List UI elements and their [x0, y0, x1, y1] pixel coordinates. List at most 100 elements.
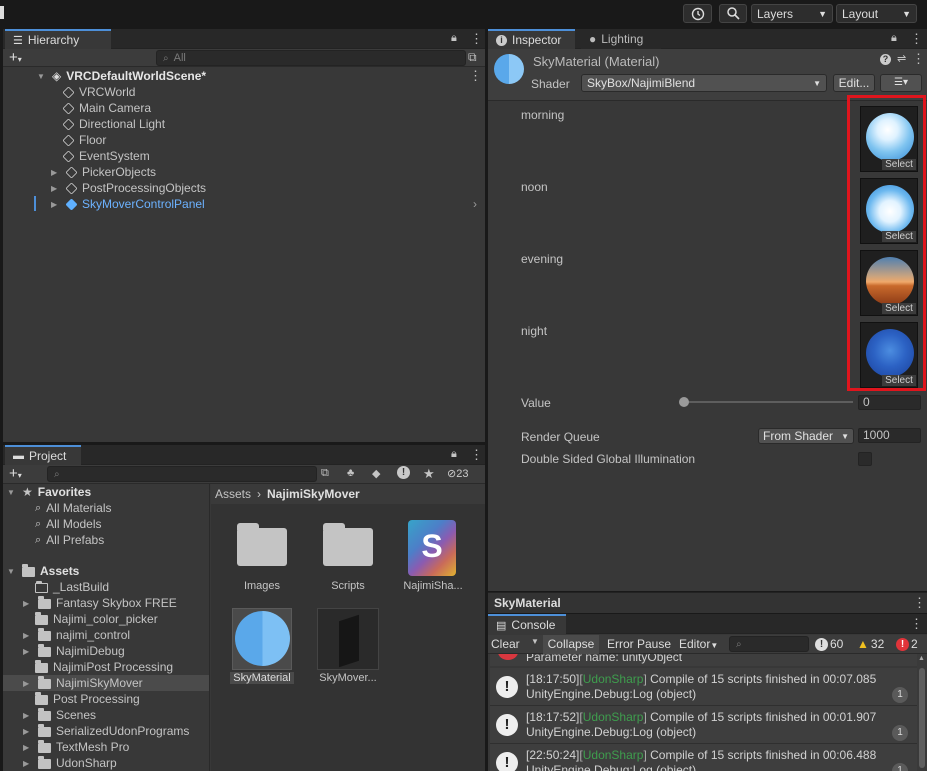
more-menu-icon[interactable]: ⋮: [913, 595, 926, 611]
more-menu-icon[interactable]: ⋮: [912, 51, 925, 67]
render-queue-dropdown[interactable]: From Shader ▼: [758, 428, 854, 444]
hidden-packages-button[interactable]: ⊘23: [447, 467, 468, 480]
value-slider-handle[interactable]: [679, 397, 689, 407]
expand-arrow-icon[interactable]: ▶: [51, 184, 61, 193]
info-filter-toggle[interactable]: ! 60: [815, 637, 843, 651]
tab-hierarchy[interactable]: ☰ Hierarchy: [5, 29, 111, 49]
favorites-header[interactable]: ▼ ★ Favorites: [7, 484, 91, 500]
assets-header[interactable]: ▼ Assets: [7, 563, 79, 579]
hierarchy-search-input[interactable]: ⌕ All: [156, 50, 466, 66]
search-window-icon[interactable]: ⧉: [321, 467, 329, 480]
expand-arrow-icon[interactable]: ▶: [23, 679, 33, 688]
render-queue-field[interactable]: 1000: [858, 428, 921, 443]
value-field[interactable]: 0: [858, 395, 921, 410]
folder-item[interactable]: NajimiPost Processing: [35, 659, 173, 675]
favorite-item[interactable]: ⌕ All Prefabs: [35, 532, 104, 548]
expand-arrow-icon[interactable]: ▶: [23, 631, 33, 640]
console-search-input[interactable]: ⌕: [729, 636, 809, 652]
tab-lighting[interactable]: ● Lighting: [581, 29, 661, 49]
clear-options-dropdown[interactable]: ▼: [531, 637, 539, 646]
breadcrumb-current[interactable]: NajimiSkyMover: [267, 487, 360, 501]
history-button[interactable]: [683, 4, 712, 23]
breadcrumb-root[interactable]: Assets: [215, 487, 251, 501]
expand-arrow-icon[interactable]: ▼: [7, 488, 17, 497]
folder-item[interactable]: _LastBuild: [35, 579, 109, 595]
asset-grid-item[interactable]: SkyMover...: [317, 608, 379, 688]
shader-menu-button[interactable]: ☰▾: [880, 74, 922, 92]
layers-dropdown[interactable]: Layers ▼: [751, 4, 833, 23]
favorite-item[interactable]: ⌕ All Materials: [35, 500, 112, 516]
console-log-list[interactable]: Parameter name: unityObject ! [18:17:50]…: [488, 654, 927, 771]
scene-row[interactable]: ▼ ◈ VRCDefaultWorldScene* ⋮: [37, 68, 483, 84]
hierarchy-item[interactable]: Main Camera: [62, 100, 151, 116]
search-button[interactable]: [719, 4, 747, 23]
value-slider-track[interactable]: [684, 401, 853, 403]
folder-item-selected[interactable]: ▶ NajimiSkyMover: [23, 675, 143, 691]
more-menu-icon[interactable]: ⋮: [910, 31, 923, 47]
expand-arrow-icon[interactable]: ▶: [51, 200, 61, 209]
shader-dropdown[interactable]: SkyBox/NajimiBlend ▼: [581, 74, 827, 92]
hierarchy-item[interactable]: EventSystem: [62, 148, 150, 164]
log-entry[interactable]: ! [18:17:50][UdonSharp] Compile of 15 sc…: [490, 668, 927, 706]
partial-log-row[interactable]: Parameter name: unityObject: [490, 654, 927, 666]
tab-project[interactable]: ▬ Project: [5, 445, 81, 465]
help-icon[interactable]: ?: [880, 54, 891, 65]
presets-icon[interactable]: ⇌: [897, 52, 906, 65]
material-preview-bar[interactable]: SkyMaterial ⋮: [488, 592, 927, 612]
favorite-item[interactable]: ⌕ All Models: [35, 516, 102, 532]
filter-type-icon[interactable]: ♣: [347, 467, 354, 479]
expand-arrow-icon[interactable]: ▼: [7, 567, 17, 576]
folder-item[interactable]: Post Processing: [35, 691, 140, 707]
more-menu-icon[interactable]: ⋮: [470, 31, 483, 47]
expand-arrow-icon[interactable]: ▶: [23, 647, 33, 656]
lock-icon[interactable]: 🔒︎: [451, 448, 457, 461]
hierarchy-item[interactable]: ▶ PostProcessingObjects: [51, 180, 206, 196]
expand-arrow-icon[interactable]: ▶: [23, 711, 33, 720]
scrollbar-thumb[interactable]: [919, 668, 925, 768]
expand-arrow-icon[interactable]: ▼: [37, 72, 47, 81]
error-filter-toggle[interactable]: ! 2: [896, 637, 918, 651]
filter-label-icon[interactable]: ◆: [372, 467, 380, 480]
more-menu-icon[interactable]: ⋮: [470, 447, 483, 463]
add-object-button[interactable]: +▾: [9, 49, 22, 66]
expand-arrow-icon[interactable]: ▶: [23, 759, 33, 768]
lock-icon[interactable]: 🔒︎: [891, 32, 897, 45]
expand-arrow-icon[interactable]: ▶: [51, 168, 61, 177]
edit-shader-button[interactable]: Edit...: [833, 74, 875, 92]
error-pause-toggle[interactable]: Error Pause: [607, 637, 671, 651]
hierarchy-item[interactable]: Floor: [62, 132, 106, 148]
folder-item[interactable]: ▶ Fantasy Skybox FREE: [23, 595, 177, 611]
hierarchy-item[interactable]: Directional Light: [62, 116, 165, 132]
console-scrollbar[interactable]: ▲: [917, 654, 927, 771]
expand-arrow-icon[interactable]: ▶: [23, 727, 33, 736]
project-search-input[interactable]: ⌕: [47, 466, 317, 482]
folder-item[interactable]: ▶ najimi_control: [23, 627, 130, 643]
lock-icon[interactable]: 🔒︎: [451, 32, 457, 45]
tab-console[interactable]: ▤ Console: [488, 614, 566, 634]
scroll-up-arrow-icon[interactable]: ▲: [918, 655, 925, 662]
asset-grid-item[interactable]: Scripts: [317, 520, 379, 592]
favorite-star-icon[interactable]: ★: [423, 466, 435, 482]
log-entry[interactable]: ! [18:17:52][UdonSharp] Compile of 15 sc…: [490, 706, 927, 744]
tab-inspector[interactable]: i Inspector: [488, 29, 575, 49]
folder-item[interactable]: ▶ Scenes: [23, 707, 96, 723]
create-asset-button[interactable]: +▾: [9, 465, 22, 482]
layout-dropdown[interactable]: Layout ▼: [836, 4, 917, 23]
hierarchy-item-prefab[interactable]: ▶ SkyMoverControlPanel ›: [51, 196, 481, 212]
chevron-right-icon[interactable]: ›: [473, 197, 477, 211]
scene-menu-icon[interactable]: ⋮: [469, 68, 482, 84]
more-menu-icon[interactable]: ⋮: [910, 616, 923, 632]
collapse-toggle[interactable]: Collapse: [543, 635, 599, 654]
log-filter-icon[interactable]: !: [397, 466, 410, 479]
clear-button[interactable]: Clear: [491, 637, 520, 651]
hierarchy-item[interactable]: VRCWorld: [62, 84, 135, 100]
folder-item[interactable]: ▶ UdonSharp: [23, 755, 117, 771]
editor-dropdown[interactable]: Editor▼: [679, 637, 718, 651]
folder-item[interactable]: ▶ NajimiDebug: [23, 643, 125, 659]
scene-visibility-icon[interactable]: ⧉: [468, 50, 477, 65]
expand-arrow-icon[interactable]: ▶: [23, 599, 33, 608]
folder-item[interactable]: ▶ SerializedUdonPrograms: [23, 723, 189, 739]
log-entry[interactable]: ! [22:50:24][UdonSharp] Compile of 15 sc…: [490, 744, 927, 771]
expand-arrow-icon[interactable]: ▶: [23, 743, 33, 752]
folder-item[interactable]: Najimi_color_picker: [35, 611, 158, 627]
